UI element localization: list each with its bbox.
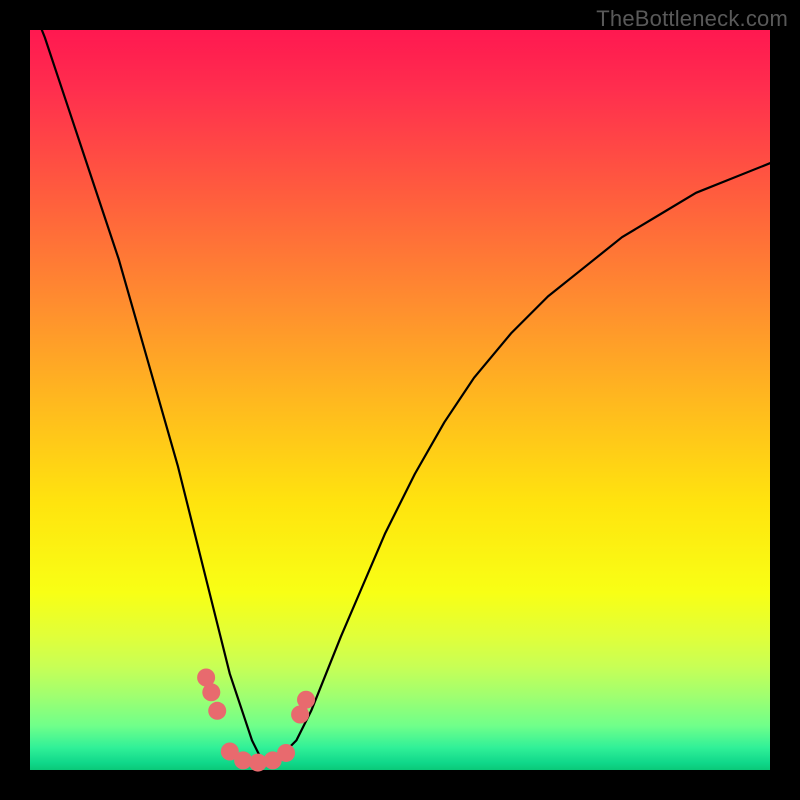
curve-marker-2 xyxy=(208,702,226,720)
curve-marker-9 xyxy=(297,691,315,709)
bottleneck-curve xyxy=(30,0,770,762)
curve-marker-7 xyxy=(277,744,295,762)
curve-markers xyxy=(197,669,315,772)
watermark-text: TheBottleneck.com xyxy=(596,6,788,32)
curve-marker-1 xyxy=(202,683,220,701)
chart-frame: TheBottleneck.com xyxy=(0,0,800,800)
bottleneck-curve-svg xyxy=(30,30,770,770)
plot-area xyxy=(30,30,770,770)
